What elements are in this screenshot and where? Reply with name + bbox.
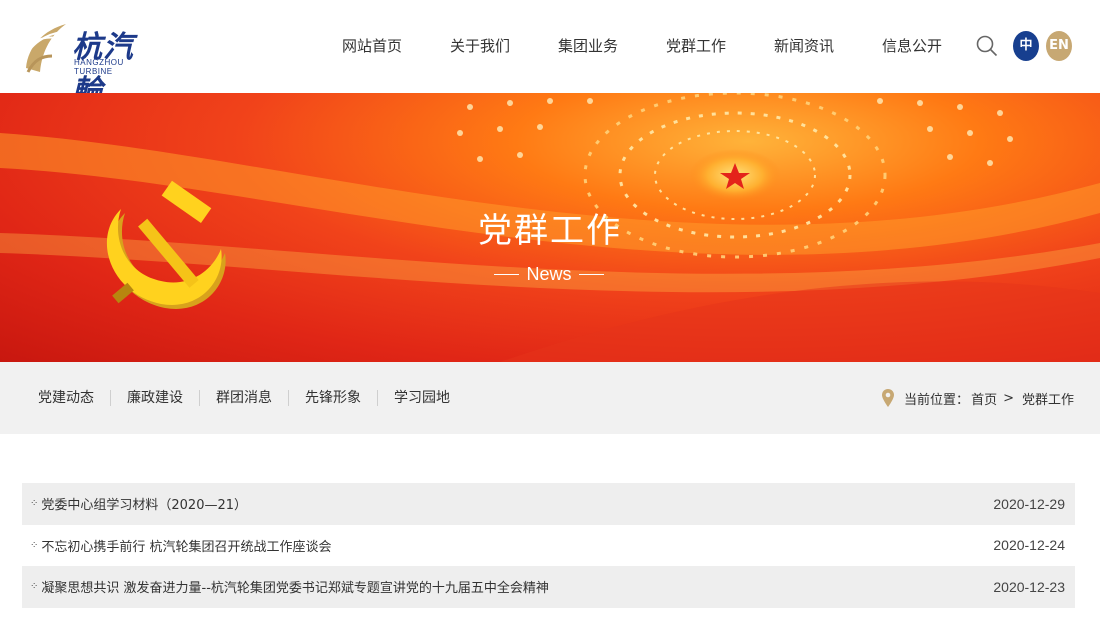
search-icon[interactable]	[976, 35, 998, 57]
list-item-title-wrap: ⁘ 党委中心组学习材料（2020—21）	[30, 494, 247, 513]
list-item[interactable]: ⁘ 不忘初心携手前行 杭汽轮集团召开统战工作座谈会 2020-12-24	[22, 525, 1075, 567]
nav-home[interactable]: 网站首页	[318, 0, 426, 93]
list-item-title-wrap: ⁘ 凝聚思想共识 激发奋进力量--杭汽轮集团党委书记郑斌专题宣讲党的十九届五中全…	[30, 577, 549, 596]
banner-title: 党群工作	[478, 211, 622, 251]
nav-disclosure[interactable]: 信息公开	[858, 0, 966, 93]
list-item-title-wrap: ⁘ 不忘初心携手前行 杭汽轮集团召开统战工作座谈会	[30, 536, 332, 555]
subnav-party-building[interactable]: 党建动态	[22, 390, 111, 406]
list-item-title[interactable]: 不忘初心携手前行 杭汽轮集团召开统战工作座谈会	[41, 536, 331, 555]
list-item[interactable]: ⁘ 党委中心组学习材料（2020—21） 2020-12-29	[22, 483, 1075, 525]
banner-subtitle: News	[487, 261, 611, 287]
bullet-icon: ⁘	[30, 498, 39, 510]
breadcrumb-home-link[interactable]: 首页	[971, 389, 997, 408]
subnav-pioneer-image[interactable]: 先锋形象	[289, 390, 378, 406]
main-nav: 网站首页 关于我们 集团业务 党群工作 新闻资讯 信息公开	[318, 0, 966, 93]
nav-news[interactable]: 新闻资讯	[750, 0, 858, 93]
logo-english-text: HANGZHOU TURBINE	[74, 58, 124, 76]
subnav-clean-government[interactable]: 廉政建设	[111, 390, 200, 406]
list-item-date: 2020-12-23	[993, 578, 1065, 595]
list-item-title[interactable]: 党委中心组学习材料（2020—21）	[41, 494, 247, 513]
location-pin-icon	[882, 389, 895, 407]
subtitle-left-line	[494, 273, 520, 275]
subtitle-right-line	[578, 273, 604, 275]
section-subnav: 党建动态 廉政建设 群团消息 先锋形象 学习园地	[22, 362, 466, 434]
breadcrumb: 当前位置： 首页 > 党群工作	[882, 362, 1076, 434]
breadcrumb-current: 党群工作	[1021, 392, 1074, 408]
turbine-logo-icon	[23, 24, 66, 73]
banner-subtitle-text: News	[526, 263, 572, 284]
nav-party-work[interactable]: 党群工作	[642, 0, 750, 93]
breadcrumb-label: 当前位置：	[904, 392, 970, 408]
list-item-date: 2020-12-29	[993, 495, 1065, 512]
subnav-study-garden[interactable]: 学习园地	[378, 390, 466, 406]
news-list: ⁘ 党委中心组学习材料（2020—21） 2020-12-29 ⁘ 不忘初心携手…	[22, 483, 1075, 608]
language-chinese-button[interactable]: 中	[1013, 31, 1039, 61]
list-item[interactable]: ⁘ 凝聚思想共识 激发奋进力量--杭汽轮集团党委书记郑斌专题宣讲党的十九届五中全…	[22, 566, 1075, 608]
site-logo[interactable]: 杭汽輪 HANGZHOU TURBINE	[22, 16, 162, 109]
nav-about[interactable]: 关于我们	[426, 0, 534, 93]
language-english-button[interactable]: EN	[1046, 31, 1072, 61]
page-banner: 党群工作 News	[0, 93, 1100, 362]
breadcrumb-separator: >	[1003, 390, 1014, 406]
list-item-title[interactable]: 凝聚思想共识 激发奋进力量--杭汽轮集团党委书记郑斌专题宣讲党的十九届五中全会精…	[41, 577, 549, 596]
site-header: 杭汽輪 HANGZHOU TURBINE 网站首页 关于我们 集团业务 党群工作…	[0, 0, 1100, 109]
section-subnav-bar: 党建动态 廉政建设 群团消息 先锋形象 学习园地 当前位置： 首页 > 党群工作	[0, 362, 1100, 434]
subnav-mass-organizations[interactable]: 群团消息	[200, 390, 289, 406]
list-item-date: 2020-12-24	[993, 537, 1065, 554]
bullet-icon: ⁘	[30, 581, 39, 593]
nav-business[interactable]: 集团业务	[534, 0, 642, 93]
bullet-icon: ⁘	[30, 539, 39, 551]
